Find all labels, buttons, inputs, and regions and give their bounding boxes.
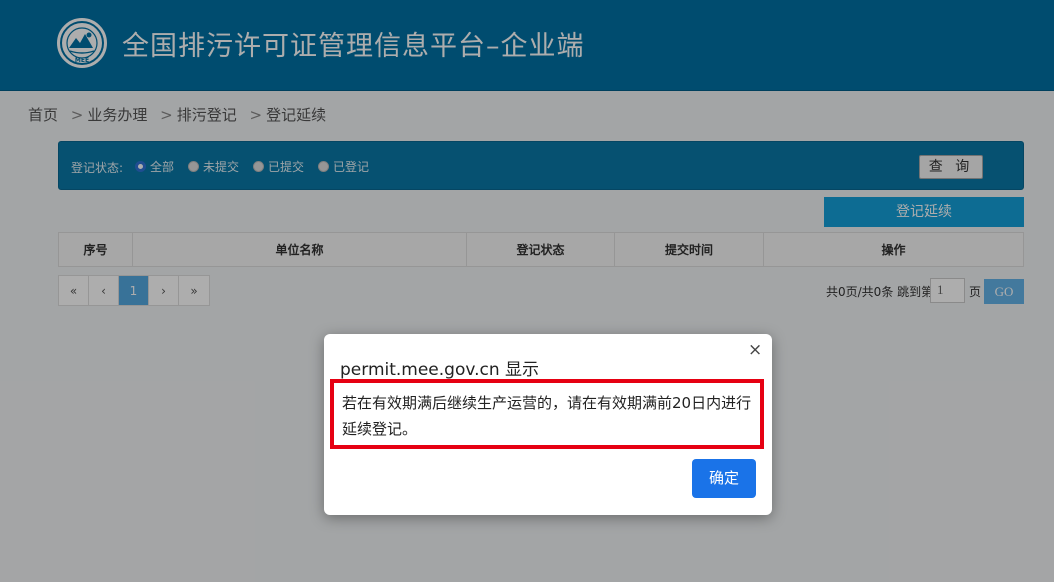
dialog-message: 若在有效期满后继续生产运营的，请在有效期满前20日内进行延续登记。 bbox=[330, 379, 764, 449]
ok-button[interactable]: 确定 bbox=[692, 459, 756, 498]
close-icon[interactable]: × bbox=[748, 340, 762, 360]
alert-dialog: permit.mee.gov.cn 显示 × 若在有效期满后继续生产运营的，请在… bbox=[324, 334, 772, 515]
dialog-title: permit.mee.gov.cn 显示 bbox=[340, 360, 540, 380]
